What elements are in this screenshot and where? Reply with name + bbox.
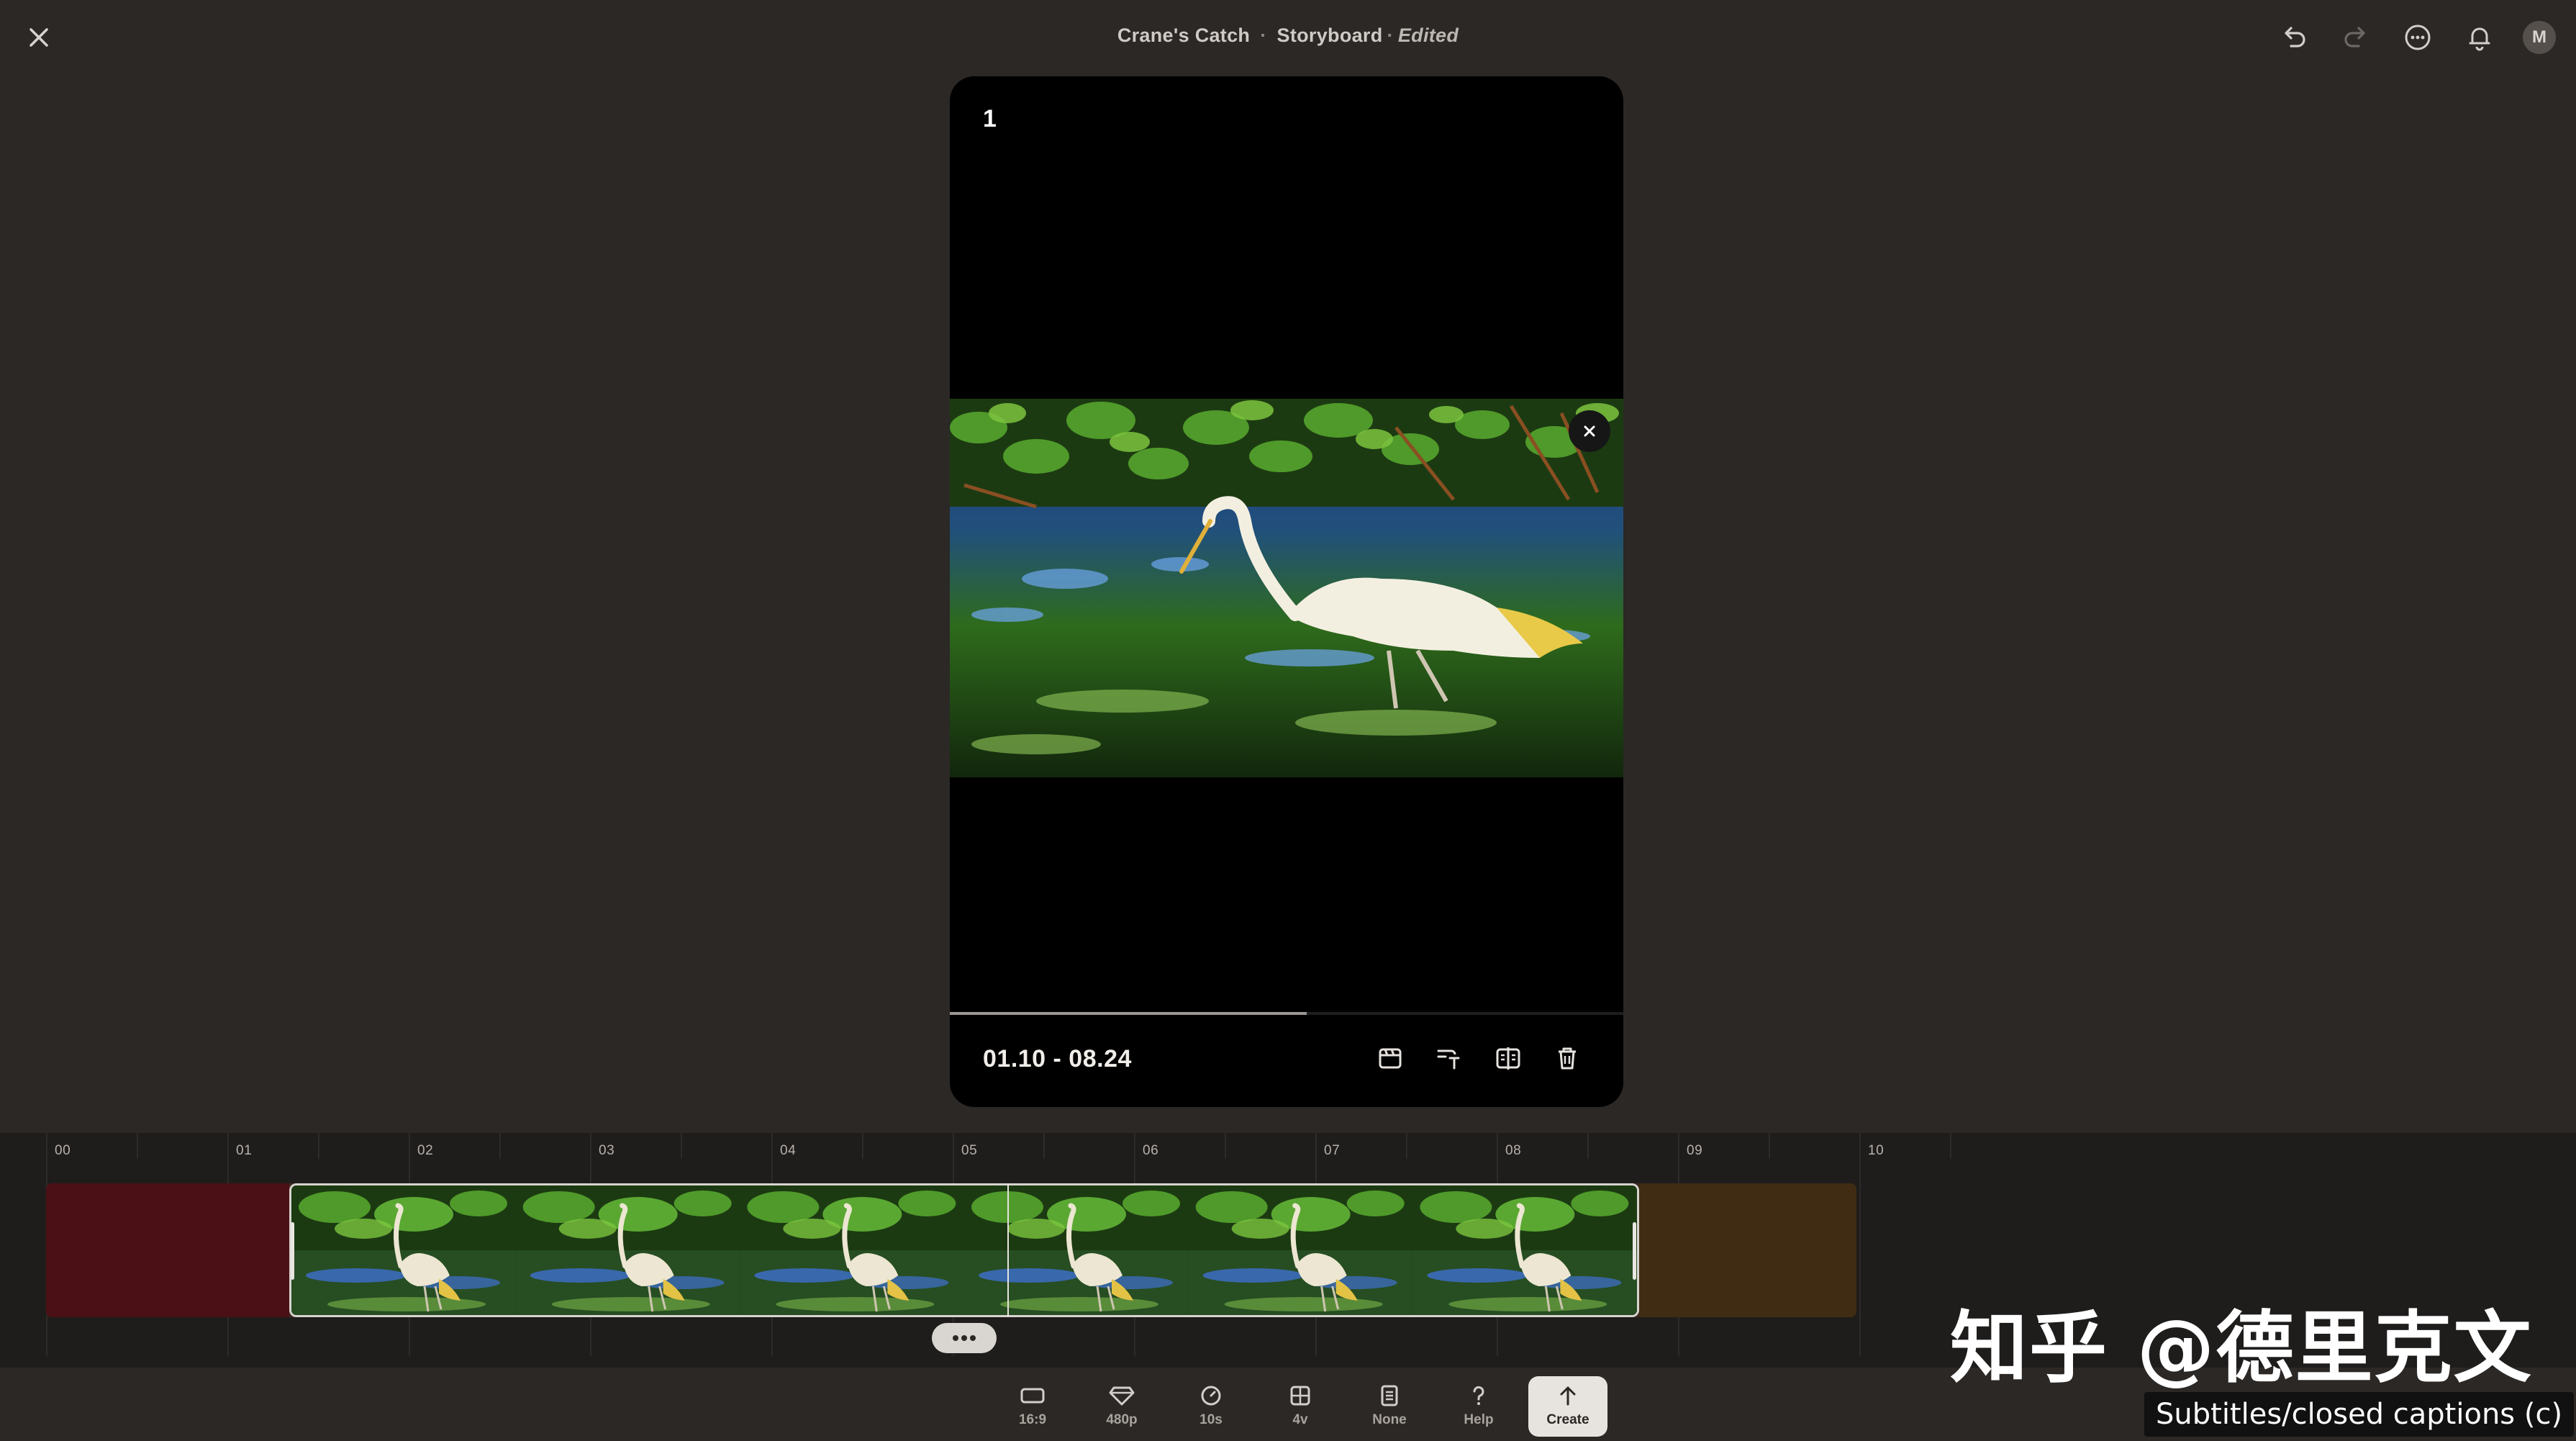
card-index: 1 <box>983 105 997 132</box>
question-icon <box>1473 1386 1484 1405</box>
timeline-tick-label: 10 <box>1868 1143 1885 1158</box>
preview-frame <box>950 399 1623 777</box>
timeline-tick-label: 06 <box>1143 1143 1159 1158</box>
timeline-tick-label: 07 <box>1324 1143 1341 1158</box>
card-tools <box>1374 1042 1583 1074</box>
ellipsis-icon <box>953 1335 976 1341</box>
blend-icon[interactable] <box>1492 1042 1524 1074</box>
filmstrip-frame <box>740 1185 964 1315</box>
timeline-more-button[interactable] <box>932 1323 997 1353</box>
create-button[interactable]: Create <box>1528 1376 1607 1437</box>
storyboard-icon[interactable] <box>1374 1042 1406 1074</box>
clip-trim-handle-left[interactable] <box>291 1222 294 1280</box>
variations-label: 4v <box>1292 1412 1308 1427</box>
view-name: Storyboard <box>1276 24 1383 46</box>
undo-icon[interactable] <box>2275 19 2313 56</box>
timeline-tick-label: 03 <box>599 1143 615 1158</box>
help-label: Help <box>1464 1412 1494 1427</box>
filmstrip-frame <box>291 1185 516 1315</box>
watermark-text: 知乎 @德里克文 <box>1950 1304 2533 1393</box>
create-label: Create <box>1546 1412 1589 1427</box>
playback-progress[interactable] <box>950 1012 1623 1015</box>
timeline-segment-right[interactable] <box>1639 1183 1856 1317</box>
redo-icon[interactable] <box>2337 19 2375 56</box>
recut-icon[interactable] <box>1433 1042 1465 1074</box>
storyboard-card: 1 01.10 - 08.24 <box>950 76 1623 1107</box>
document-icon <box>1381 1385 1398 1406</box>
top-actions: M <box>2275 19 2556 56</box>
timeline-tick-label: 02 <box>417 1143 434 1158</box>
timeline-segment-left[interactable] <box>46 1183 289 1317</box>
aspect-ratio-icon <box>1020 1388 1045 1404</box>
grid-icon <box>1290 1386 1310 1406</box>
arrow-up-icon <box>1560 1386 1576 1406</box>
project-name: Crane's Catch <box>1117 24 1251 46</box>
timeline-tick-label: 00 <box>55 1143 71 1158</box>
aspect-ratio-label: 16:9 <box>1018 1412 1047 1427</box>
preset-label: None <box>1372 1412 1407 1427</box>
resolution-button[interactable]: 480p <box>1082 1376 1161 1437</box>
timeline-tick-label: 04 <box>780 1143 797 1158</box>
crane-image <box>950 399 1623 777</box>
avatar[interactable]: M <box>2523 21 2556 54</box>
clip-trim-handle-right[interactable] <box>1633 1222 1636 1280</box>
filmstrip-frame <box>1412 1185 1637 1315</box>
timeline-tick-label: 08 <box>1505 1143 1522 1158</box>
edit-status: Edited <box>1397 24 1459 46</box>
duration-button[interactable]: 10s <box>1171 1376 1251 1437</box>
status-separator: · <box>1387 24 1394 46</box>
timeline-clip[interactable] <box>289 1183 1639 1317</box>
timeline-tick-label: 09 <box>1687 1143 1703 1158</box>
aspect-ratio-button[interactable]: 16:9 <box>993 1376 1072 1437</box>
preset-button[interactable]: None <box>1350 1376 1429 1437</box>
clock-icon <box>1201 1386 1221 1406</box>
timeline-tick-label: 01 <box>236 1143 253 1158</box>
diamond-icon <box>1109 1386 1135 1406</box>
captions-tooltip: Subtitles/closed captions (c) <box>2144 1392 2575 1437</box>
help-button[interactable]: Help <box>1439 1376 1518 1437</box>
filmstrip-frame <box>1188 1185 1413 1315</box>
remove-frame-close-icon[interactable] <box>1569 410 1610 452</box>
top-bar: Crane's Catch · Storyboard · Edited M <box>0 0 2576 75</box>
clip-split-marker <box>1007 1183 1009 1317</box>
more-icon[interactable] <box>2399 19 2436 56</box>
filmstrip-frame <box>964 1185 1189 1315</box>
filmstrip-frame <box>515 1185 740 1315</box>
clip-time-range: 01.10 - 08.24 <box>983 1045 1132 1072</box>
resolution-label: 480p <box>1106 1412 1138 1427</box>
bell-icon[interactable] <box>2461 19 2498 56</box>
duration-label: 10s <box>1199 1412 1223 1427</box>
trash-icon[interactable] <box>1551 1042 1583 1074</box>
timeline-ruler: 00 01 02 03 04 05 06 07 08 09 10 <box>0 1133 2576 1183</box>
title-separator: · <box>1260 24 1267 46</box>
timeline-tick-label: 05 <box>961 1143 978 1158</box>
clip-filmstrip <box>291 1185 1637 1315</box>
project-title: Crane's Catch · Storyboard · Edited <box>0 24 2576 47</box>
playback-progress-fill <box>950 1012 1307 1015</box>
bottom-toolbar: 16:9 480p 10s 4v None Help Create <box>993 1376 1607 1437</box>
variations-button[interactable]: 4v <box>1261 1376 1340 1437</box>
